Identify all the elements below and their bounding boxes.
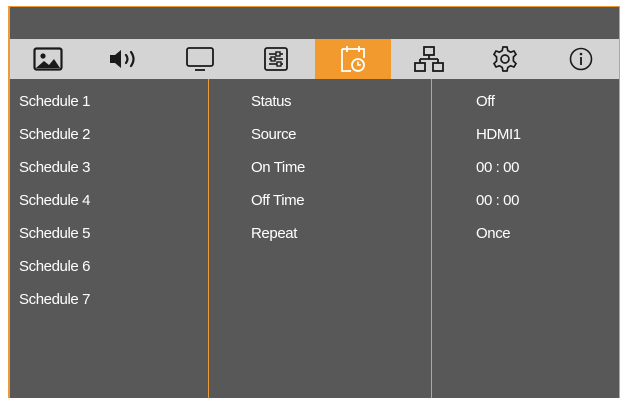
tab-screen[interactable] <box>162 39 238 79</box>
schedule-item[interactable]: Schedule 7 <box>10 283 208 316</box>
setting-value-repeat[interactable]: Once <box>432 217 619 250</box>
setting-labels: Status Source On Time Off Time Repeat <box>209 79 432 398</box>
content-area: Schedule 1 Schedule 2 Schedule 3 Schedul… <box>10 79 619 398</box>
schedule-item[interactable]: Schedule 5 <box>10 217 208 250</box>
tab-bar <box>10 39 619 79</box>
schedule-item[interactable]: Schedule 2 <box>10 118 208 151</box>
tab-audio[interactable] <box>86 39 162 79</box>
schedule-item[interactable]: Schedule 4 <box>10 184 208 217</box>
network-icon <box>413 45 444 73</box>
gear-icon <box>491 45 519 73</box>
picture-icon <box>33 47 63 71</box>
sliders-icon <box>263 46 289 72</box>
setting-label-off-time[interactable]: Off Time <box>209 184 431 217</box>
setting-value-on-time[interactable]: 00 : 00 <box>432 151 619 184</box>
schedule-item[interactable]: Schedule 3 <box>10 151 208 184</box>
schedule-list: Schedule 1 Schedule 2 Schedule 3 Schedul… <box>10 79 209 398</box>
setting-value-source[interactable]: HDMI1 <box>432 118 619 151</box>
tab-adjust[interactable] <box>238 39 314 79</box>
schedule-item[interactable]: Schedule 1 <box>10 85 208 118</box>
speaker-icon <box>108 47 140 71</box>
tab-schedule[interactable] <box>314 39 391 79</box>
schedule-item[interactable]: Schedule 6 <box>10 250 208 283</box>
osd-menu: Schedule 1 Schedule 2 Schedule 3 Schedul… <box>8 6 620 398</box>
monitor-icon <box>185 46 215 72</box>
setting-value-status[interactable]: Off <box>432 85 619 118</box>
title-bar <box>10 7 619 39</box>
tab-settings[interactable] <box>467 39 543 79</box>
setting-label-on-time[interactable]: On Time <box>209 151 431 184</box>
setting-label-source[interactable]: Source <box>209 118 431 151</box>
tab-picture[interactable] <box>10 39 86 79</box>
info-icon <box>568 46 594 72</box>
tab-network[interactable] <box>391 39 467 79</box>
setting-values: Off HDMI1 00 : 00 00 : 00 Once <box>432 79 619 398</box>
setting-label-status[interactable]: Status <box>209 85 431 118</box>
setting-label-repeat[interactable]: Repeat <box>209 217 431 250</box>
tab-info[interactable] <box>543 39 619 79</box>
calendar-clock-icon <box>339 44 367 74</box>
setting-value-off-time[interactable]: 00 : 00 <box>432 184 619 217</box>
